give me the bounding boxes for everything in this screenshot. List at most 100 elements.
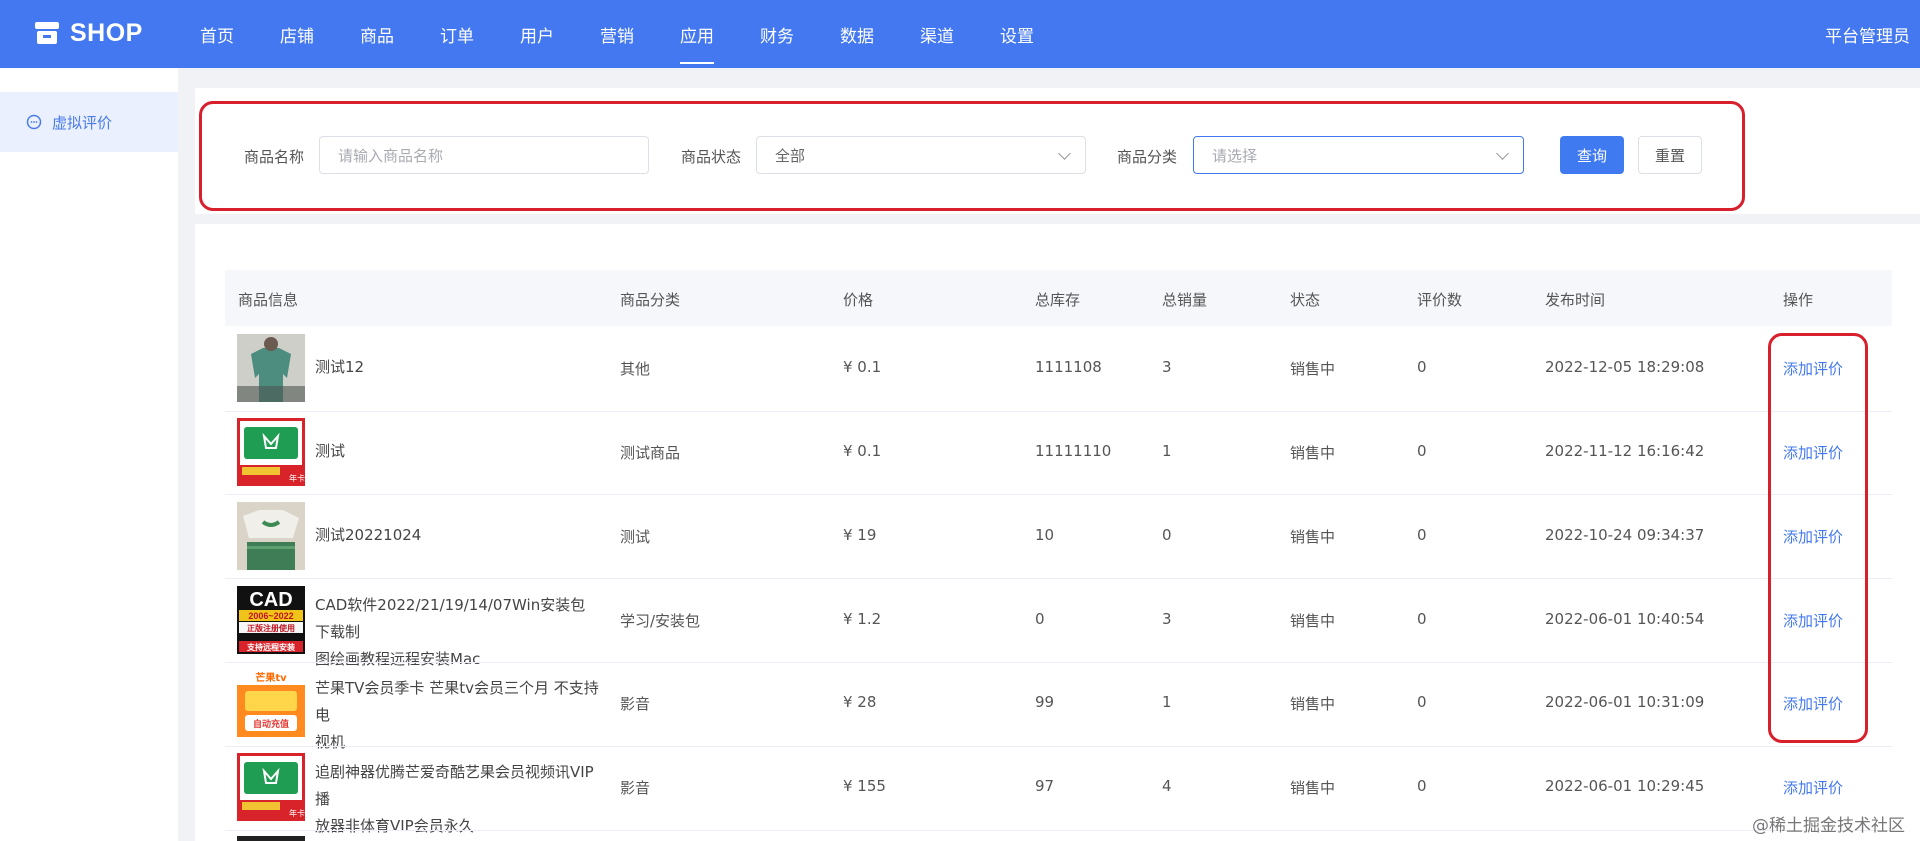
thumb-bottom: 支持远程安装 <box>246 642 295 652</box>
product-price: ¥ 28 <box>843 693 877 711</box>
product-sales: 3 <box>1162 358 1172 376</box>
product-published: 2022-06-01 10:29:45 <box>1545 777 1705 795</box>
query-button[interactable]: 查询 <box>1560 136 1624 174</box>
nav-item-settings[interactable]: 设置 <box>1000 0 1080 68</box>
product-name-line: 放器非体育VIP会员永久 <box>315 817 474 835</box>
product-name-line: CAD软件2022/21/19/14/07Win安装包下载制 <box>315 596 586 641</box>
main-nav: 首页 店铺 商品 订单 用户 营销 应用 财务 数据 渠道 设置 <box>200 0 1080 68</box>
nav-item-apps[interactable]: 应用 <box>680 0 760 68</box>
column-header: 总销量 <box>1162 291 1208 309</box>
product-price: ¥ 19 <box>843 526 877 544</box>
product-stock: 10 <box>1035 526 1055 544</box>
nav-item-data[interactable]: 数据 <box>840 0 920 68</box>
product-published: 2022-06-01 10:31:09 <box>1545 693 1705 711</box>
add-review-link[interactable]: 添加评价 <box>1783 358 1843 379</box>
product-category: 影音 <box>620 695 651 713</box>
product-category: 学习/安装包 <box>620 612 701 630</box>
product-name-input[interactable]: 请输入商品名称 <box>319 136 649 174</box>
product-name: 追剧神器优腾芒爱奇酷艺果会员视频讯VIP播 放器非体育VIP会员永久 <box>315 759 600 840</box>
thumb-mid: 自动充值 <box>253 718 289 730</box>
column-header: 发布时间 <box>1545 291 1606 309</box>
product-status: 销售中 <box>1290 612 1336 630</box>
add-review-link[interactable]: 添加评价 <box>1783 693 1843 714</box>
shirt-photo-icon <box>237 334 305 402</box>
column-header: 商品信息 <box>238 291 299 309</box>
column-header: 总库存 <box>1035 291 1081 309</box>
clothes-photo-icon <box>237 502 305 570</box>
product-published: 2022-10-24 09:34:37 <box>1545 526 1705 544</box>
product-stock: 97 <box>1035 777 1055 795</box>
product-reviews: 0 <box>1417 693 1427 711</box>
product-status: 销售中 <box>1290 528 1336 546</box>
product-status: 销售中 <box>1290 444 1336 462</box>
product-reviews: 0 <box>1417 358 1427 376</box>
product-category: 测试 <box>620 528 651 546</box>
product-stock: 1111108 <box>1035 358 1102 376</box>
product-name-line: 芒果TV会员季卡 芒果tv会员三个月 不支持电 <box>315 679 599 724</box>
sidebar-item-virtual-review[interactable]: 虚拟评价 <box>0 92 178 152</box>
thumb-title: CAD <box>249 589 292 611</box>
product-category-select[interactable]: 请选择 <box>1193 136 1524 174</box>
product-price: ¥ 0.1 <box>843 358 882 376</box>
logo[interactable]: SHOP <box>34 18 143 48</box>
column-header: 状态 <box>1290 291 1321 309</box>
row-divider <box>225 830 1892 831</box>
product-reviews: 0 <box>1417 526 1427 544</box>
mango-tv-card-icon: 芒果tv 自动充值 <box>237 669 305 737</box>
column-header: 操作 <box>1783 291 1814 309</box>
product-status-label: 商品状态 <box>681 148 742 166</box>
thumb-sub: 正版注册使用 <box>247 623 295 633</box>
product-sales: 0 <box>1162 526 1172 544</box>
nav-item-marketing[interactable]: 营销 <box>600 0 680 68</box>
thumb-title: 芒果tv <box>255 671 287 684</box>
add-review-link[interactable]: 添加评价 <box>1783 777 1843 798</box>
product-stock: 0 <box>1035 610 1045 628</box>
product-category-label: 商品分类 <box>1117 148 1178 166</box>
product-status-select[interactable]: 全部 <box>756 136 1086 174</box>
row-divider <box>225 662 1892 663</box>
add-review-link[interactable]: 添加评价 <box>1783 442 1843 463</box>
product-name: 测试 <box>315 442 346 460</box>
row-divider <box>225 494 1892 495</box>
product-thumbnail: 芒果tv 自动充值 <box>237 669 305 737</box>
product-thumbnail: CAD 2006~2022 正版注册使用 支持远程安装 <box>237 586 305 654</box>
product-status-value: 全部 <box>775 146 806 165</box>
product-thumbnail <box>237 334 305 402</box>
product-thumbnail <box>237 502 305 570</box>
product-name-line: 图绘画教程远程安装Mac <box>315 650 481 668</box>
cad-banner-icon: CAD 2006~2022 正版注册使用 支持远程安装 <box>237 586 305 654</box>
nav-item-orders[interactable]: 订单 <box>440 0 520 68</box>
nav-item-users[interactable]: 用户 <box>520 0 600 68</box>
product-stock: 99 <box>1035 693 1055 711</box>
watermark: @稀土掘金技术社区 <box>1752 816 1905 836</box>
nav-item-store[interactable]: 店铺 <box>280 0 360 68</box>
product-sales: 1 <box>1162 442 1172 460</box>
product-name-line: 追剧神器优腾芒爱奇酷艺果会员视频讯VIP播 <box>315 763 594 808</box>
shop-icon <box>35 22 59 44</box>
sidebar: 虚拟评价 <box>0 68 178 841</box>
product-price: ¥ 155 <box>843 777 886 795</box>
product-reviews: 0 <box>1417 777 1427 795</box>
product-thumbnail: 年卡 <box>237 418 305 486</box>
thumb-years: 2006~2022 <box>248 611 293 621</box>
add-review-link[interactable]: 添加评价 <box>1783 526 1843 547</box>
product-name-label: 商品名称 <box>244 148 305 166</box>
nav-item-home[interactable]: 首页 <box>200 0 280 68</box>
nav-item-channels[interactable]: 渠道 <box>920 0 1000 68</box>
nav-item-products[interactable]: 商品 <box>360 0 440 68</box>
row-divider <box>225 578 1892 579</box>
product-name: CAD软件2022/21/19/14/07Win安装包下载制 图绘画教程远程安装… <box>315 592 600 673</box>
product-published: 2022-11-12 16:16:42 <box>1545 442 1705 460</box>
nav-item-finance[interactable]: 财务 <box>760 0 840 68</box>
add-review-link[interactable]: 添加评价 <box>1783 610 1843 631</box>
chat-icon <box>26 114 42 130</box>
product-published: 2022-12-05 18:29:08 <box>1545 358 1705 376</box>
product-category-placeholder: 请选择 <box>1212 146 1258 165</box>
product-status: 销售中 <box>1290 695 1336 713</box>
reset-button[interactable]: 重置 <box>1638 136 1702 174</box>
sidebar-item-label: 虚拟评价 <box>52 113 113 132</box>
product-category: 影音 <box>620 779 651 797</box>
admin-user-menu[interactable]: 平台管理员 <box>1825 0 1910 68</box>
column-header: 商品分类 <box>620 291 681 309</box>
product-status: 销售中 <box>1290 360 1336 378</box>
